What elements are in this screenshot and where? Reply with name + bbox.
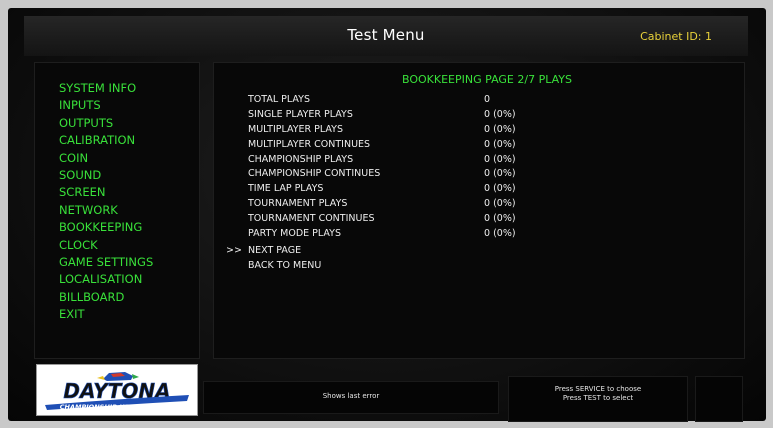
- daytona-logo-icon: DAYTONA CHAMPIONSHIP USA: [45, 372, 189, 411]
- row-value: 0 (0%): [484, 168, 516, 180]
- sidebar-item-exit[interactable]: EXIT: [59, 306, 199, 323]
- table-row: CHAMPIONSHIP CONTINUES 0 (0%): [248, 167, 668, 182]
- sidebar-item-outputs[interactable]: OUTPUTS: [59, 115, 199, 132]
- header-bar: Test Menu Cabinet ID: 1: [24, 16, 748, 56]
- selection-cursor: >>: [226, 245, 242, 256]
- help-text-test: Press TEST to select: [562, 394, 634, 402]
- sidebar-item-calibration[interactable]: CALIBRATION: [59, 132, 199, 149]
- sidebar-item-clock[interactable]: CLOCK: [59, 237, 199, 254]
- table-row: CHAMPIONSHIP PLAYS 0 (0%): [248, 153, 668, 168]
- row-label: TOTAL PLAYS: [248, 94, 310, 105]
- row-label: CHAMPIONSHIP PLAYS: [248, 153, 354, 165]
- table-row: PARTY MODE PLAYS 0 (0%): [248, 227, 668, 242]
- table-row: MULTIPLAYER CONTINUES 0 (0%): [248, 138, 668, 153]
- sidebar-item-game-settings[interactable]: GAME SETTINGS: [59, 254, 199, 271]
- row-label: TIME LAP PLAYS: [248, 183, 324, 195]
- next-page-label: NEXT PAGE: [248, 245, 302, 256]
- row-value: 0: [484, 94, 491, 105]
- row-label: CHAMPIONSHIP CONTINUES: [248, 168, 381, 180]
- blank-panel: [695, 376, 743, 422]
- row-label: PARTY MODE PLAYS: [248, 228, 342, 240]
- cabinet-id: Cabinet ID: 1: [640, 30, 712, 43]
- error-status-text: Shows last error: [322, 392, 380, 400]
- table-row: MULTIPLAYER PLAYS 0 (0%): [248, 123, 668, 138]
- row-label: SINGLE PLAYER PLAYS: [248, 108, 353, 120]
- sidebar-item-screen[interactable]: SCREEN: [59, 184, 199, 201]
- next-page-item[interactable]: >> NEXT PAGE: [226, 243, 321, 258]
- table-row: TOURNAMENT CONTINUES 0 (0%): [248, 212, 668, 227]
- row-value: 0 (0%): [484, 213, 516, 225]
- logo-subtitle: CHAMPIONSHIP USA: [60, 403, 134, 411]
- back-to-menu-item[interactable]: BACK TO MENU: [226, 258, 321, 273]
- row-value: 0 (0%): [484, 228, 516, 240]
- row-value: 0 (0%): [484, 198, 516, 210]
- daytona-logo: DAYTONA CHAMPIONSHIP USA: [36, 364, 198, 416]
- row-value: 0 (0%): [484, 138, 516, 150]
- row-value: 0 (0%): [484, 183, 516, 195]
- page-actions: >> NEXT PAGE BACK TO MENU: [226, 243, 321, 273]
- table-row: TIME LAP PLAYS 0 (0%): [248, 182, 668, 197]
- row-value: 0 (0%): [484, 153, 516, 165]
- sidebar-item-bookkeeping[interactable]: BOOKKEEPING: [59, 219, 199, 236]
- table-row: SINGLE PLAYER PLAYS 0 (0%): [248, 108, 668, 123]
- sidebar-item-network[interactable]: NETWORK: [59, 202, 199, 219]
- page-heading: BOOKKEEPING PAGE 2/7 PLAYS: [402, 73, 572, 86]
- error-status-panel: Shows last error: [203, 381, 499, 414]
- sidebar-item-inputs[interactable]: INPUTS: [59, 97, 199, 114]
- row-label: MULTIPLAYER CONTINUES: [248, 138, 371, 150]
- back-to-menu-label: BACK TO MENU: [248, 260, 322, 271]
- sidebar-menu: SYSTEM INFO INPUTS OUTPUTS CALIBRATION C…: [34, 62, 200, 359]
- sidebar-item-billboard[interactable]: BILLBOARD: [59, 289, 199, 306]
- main-panel: BOOKKEEPING PAGE 2/7 PLAYS TOTAL PLAYS 0 …: [213, 62, 745, 359]
- sidebar-item-system-info[interactable]: SYSTEM INFO: [59, 80, 199, 97]
- help-panel: Press SERVICE to choose Press TEST to se…: [508, 376, 688, 422]
- row-value: 0 (0%): [484, 123, 516, 135]
- row-value: 0 (0%): [484, 108, 516, 120]
- sidebar-item-localisation[interactable]: LOCALISATION: [59, 271, 199, 288]
- help-text-service: Press SERVICE to choose: [554, 385, 642, 393]
- row-label: MULTIPLAYER PLAYS: [248, 123, 343, 135]
- stats-list: TOTAL PLAYS 0 SINGLE PLAYER PLAYS 0 (0%) M…: [248, 93, 668, 242]
- table-row: TOURNAMENT PLAYS 0 (0%): [248, 197, 668, 212]
- sidebar-item-sound[interactable]: SOUND: [59, 167, 199, 184]
- sidebar-item-coin[interactable]: COIN: [59, 150, 199, 167]
- row-label: TOURNAMENT CONTINUES: [248, 213, 375, 225]
- row-label: TOURNAMENT PLAYS: [248, 198, 348, 210]
- table-row: TOTAL PLAYS 0: [248, 93, 668, 108]
